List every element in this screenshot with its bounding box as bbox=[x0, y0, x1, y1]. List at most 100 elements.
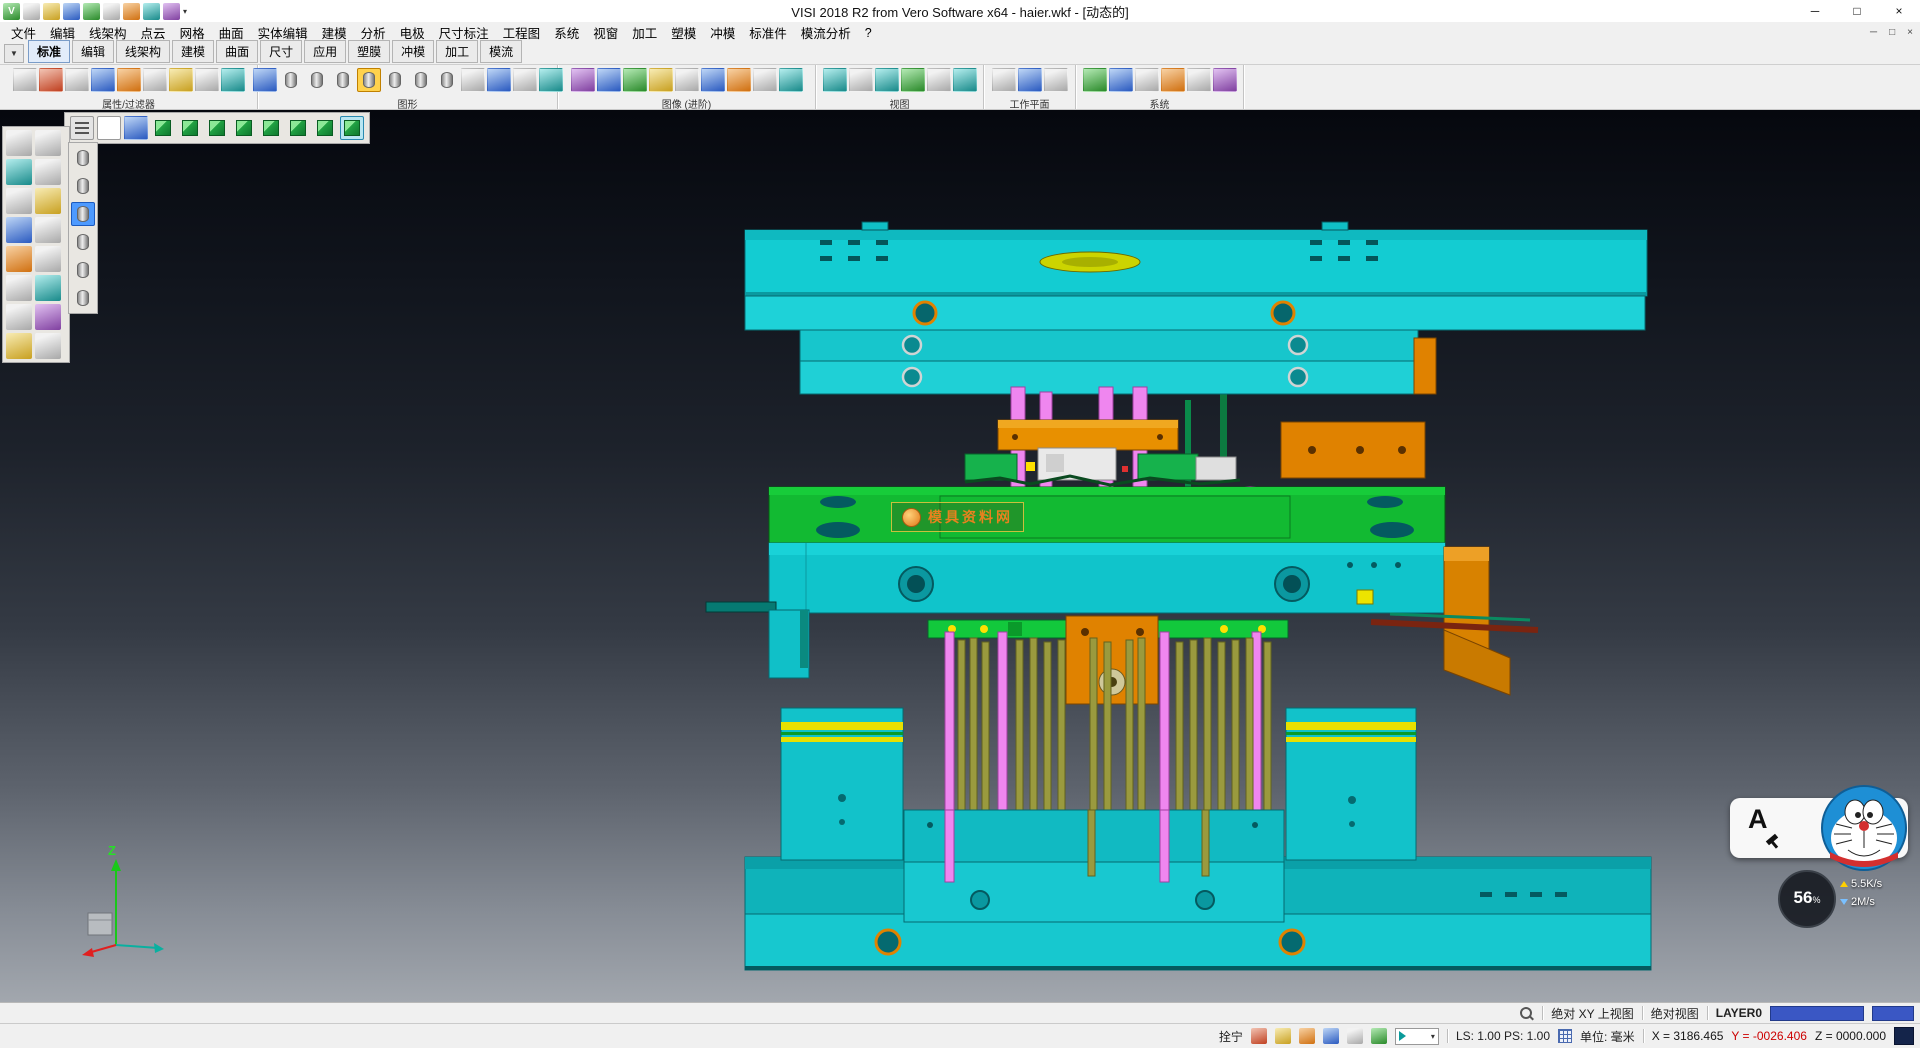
transparency-view-icon[interactable] bbox=[409, 68, 433, 92]
close-button[interactable]: × bbox=[1878, 0, 1920, 22]
edit-geometry-icon[interactable] bbox=[35, 159, 61, 185]
view-top-cube-icon[interactable] bbox=[151, 116, 175, 140]
tab-machining[interactable]: 加工 bbox=[436, 40, 478, 63]
light-source-icon[interactable] bbox=[649, 68, 673, 92]
status-bulb-icon[interactable] bbox=[1275, 1028, 1291, 1044]
monitor-icon[interactable] bbox=[124, 116, 148, 140]
paint-attributes-icon[interactable] bbox=[6, 246, 32, 272]
save-file-icon[interactable] bbox=[63, 3, 80, 20]
selection-mode-dropdown[interactable]: ▾ bbox=[1395, 1028, 1439, 1045]
printer-icon[interactable] bbox=[39, 68, 63, 92]
pan-view-icon[interactable] bbox=[901, 68, 925, 92]
print-icon[interactable] bbox=[163, 3, 180, 20]
background-image-icon[interactable] bbox=[727, 68, 751, 92]
view-back-cube-icon[interactable] bbox=[232, 116, 256, 140]
menu-standard-parts[interactable]: 标准件 bbox=[742, 21, 794, 44]
filter-solids-icon[interactable] bbox=[71, 230, 95, 254]
section-view-icon[interactable] bbox=[435, 68, 459, 92]
open-file-icon[interactable] bbox=[43, 3, 60, 20]
system-display-icon[interactable] bbox=[1109, 68, 1133, 92]
layer-manager-icon[interactable] bbox=[35, 246, 61, 272]
material-icon[interactable] bbox=[623, 68, 647, 92]
menu-window[interactable]: 视窗 bbox=[586, 21, 625, 44]
swap-attributes-icon[interactable] bbox=[117, 68, 141, 92]
mdi-restore-button[interactable]: □ bbox=[1886, 27, 1898, 38]
image-quality-icon[interactable] bbox=[571, 68, 595, 92]
doraemon-icon[interactable] bbox=[1818, 782, 1910, 874]
zoom-select-icon[interactable] bbox=[6, 130, 32, 156]
system-options-icon[interactable] bbox=[1213, 68, 1237, 92]
viewport-canvas[interactable]: Z 模具资料网 A 56 % 5. bbox=[0, 110, 1920, 1002]
texture-icon[interactable] bbox=[597, 68, 621, 92]
quick-access-dropdown-icon[interactable]: ▾ bbox=[183, 7, 187, 16]
view-iso-se-cube-icon[interactable] bbox=[313, 116, 337, 140]
zoom-previous-icon[interactable] bbox=[875, 68, 899, 92]
view-front-cube-icon[interactable] bbox=[178, 116, 202, 140]
view-menu-icon[interactable] bbox=[70, 116, 94, 140]
multi-view-icon[interactable] bbox=[487, 68, 511, 92]
mdi-close-button[interactable]: × bbox=[1904, 27, 1916, 38]
filter-type-icon[interactable] bbox=[195, 68, 219, 92]
shaded-edges-view-icon[interactable] bbox=[383, 68, 407, 92]
menu-mould[interactable]: 塑模 bbox=[664, 21, 703, 44]
menu-help[interactable]: ? bbox=[858, 24, 879, 42]
system-units-icon[interactable] bbox=[1187, 68, 1211, 92]
status-info-icon[interactable] bbox=[1347, 1028, 1363, 1044]
mdi-minimize-button[interactable]: ─ bbox=[1867, 27, 1880, 38]
tab-modeling[interactable]: 建模 bbox=[172, 40, 214, 63]
curve-edit-icon[interactable] bbox=[6, 275, 32, 301]
status-help-icon[interactable] bbox=[1323, 1028, 1339, 1044]
screenshot-icon[interactable] bbox=[753, 68, 777, 92]
minimize-button[interactable]: ─ bbox=[1794, 0, 1836, 22]
view-dynamic-cube-icon[interactable] bbox=[340, 116, 364, 140]
tab-mould[interactable]: 塑膜 bbox=[348, 40, 390, 63]
menu-system[interactable]: 系统 bbox=[547, 21, 586, 44]
netspeed-widget[interactable]: A 56 % 5.5K/s 2M/s bbox=[1722, 782, 1918, 942]
workplane-origin-icon[interactable] bbox=[1044, 68, 1068, 92]
menu-flow-analysis[interactable]: 模流分析 bbox=[794, 21, 858, 44]
mirror-element-icon[interactable] bbox=[35, 217, 61, 243]
select-filter-icon[interactable] bbox=[13, 68, 37, 92]
menu-progress[interactable]: 冲模 bbox=[703, 21, 742, 44]
filter-color-icon[interactable] bbox=[169, 68, 193, 92]
redraw-icon[interactable] bbox=[253, 68, 277, 92]
menu-machining[interactable]: 加工 bbox=[625, 21, 664, 44]
rotate-view-icon[interactable] bbox=[927, 68, 951, 92]
filter-drawings-icon[interactable] bbox=[71, 286, 95, 310]
text-annotation-icon[interactable] bbox=[6, 304, 32, 330]
settings-icon[interactable] bbox=[143, 3, 160, 20]
dynamic-hidden-view-icon[interactable] bbox=[331, 68, 355, 92]
view-right-cube-icon[interactable] bbox=[205, 116, 229, 140]
delete-element-icon[interactable] bbox=[35, 130, 61, 156]
view-iso-ne-cube-icon[interactable] bbox=[259, 116, 283, 140]
search-icon[interactable] bbox=[1519, 1006, 1534, 1021]
export-icon[interactable] bbox=[103, 3, 120, 20]
reflection-icon[interactable] bbox=[701, 68, 725, 92]
snap-mode-label[interactable]: 拴宁 bbox=[1219, 1028, 1243, 1045]
maximize-button[interactable]: □ bbox=[1836, 0, 1878, 22]
view-iso-nw-cube-icon[interactable] bbox=[286, 116, 310, 140]
absolute-view-indicator[interactable]: 绝对视图 bbox=[1651, 1005, 1699, 1022]
paste-attributes-icon[interactable] bbox=[91, 68, 115, 92]
status-folder-icon[interactable] bbox=[1299, 1028, 1315, 1044]
tab-surface[interactable]: 曲面 bbox=[216, 40, 258, 63]
view-mode-indicator[interactable]: 绝对 XY 上视图 bbox=[1551, 1005, 1633, 1022]
active-layer-indicator[interactable]: LAYER0 bbox=[1716, 1006, 1762, 1020]
render-settings-icon[interactable] bbox=[539, 68, 563, 92]
shadow-icon[interactable] bbox=[675, 68, 699, 92]
undo-icon[interactable] bbox=[35, 304, 61, 330]
workplane-create-icon[interactable] bbox=[992, 68, 1016, 92]
wireframe-view-icon[interactable] bbox=[279, 68, 303, 92]
hidden-line-view-icon[interactable] bbox=[305, 68, 329, 92]
box-view-icon[interactable] bbox=[461, 68, 485, 92]
system-snap-icon[interactable] bbox=[1161, 68, 1185, 92]
tab-flow[interactable]: 模流 bbox=[480, 40, 522, 63]
point-snap-icon[interactable] bbox=[35, 275, 61, 301]
tab-dropdown-icon[interactable]: ▼ bbox=[4, 44, 24, 63]
shaded-view-icon[interactable] bbox=[357, 68, 381, 92]
status-flag-icon[interactable] bbox=[1251, 1028, 1267, 1044]
filter-settings-icon[interactable] bbox=[221, 68, 245, 92]
measure-distance-icon[interactable] bbox=[6, 159, 32, 185]
tab-wireframe[interactable]: 线架构 bbox=[116, 40, 170, 63]
recent-files-icon[interactable] bbox=[123, 3, 140, 20]
